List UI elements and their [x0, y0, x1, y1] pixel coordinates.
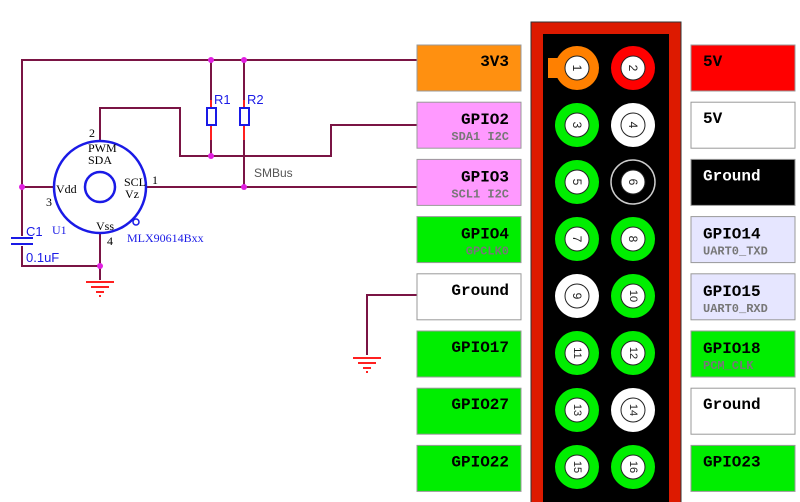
- header-pin-1[interactable]: 1: [555, 46, 599, 90]
- header-pin-5[interactable]: 5: [555, 160, 599, 204]
- c1-value-label: 0.1uF: [26, 250, 59, 265]
- pin-function: SCL1 I2C: [451, 187, 509, 201]
- pin-label-left-3[interactable]: GPIO4GPCLK0: [416, 216, 522, 264]
- pin-number: 14: [627, 404, 639, 416]
- pin-vss-label: Vss: [96, 219, 114, 233]
- header-pin-2[interactable]: 2: [611, 46, 655, 90]
- pin-function: GPCLK0: [466, 245, 509, 259]
- header-pin-12[interactable]: 12: [611, 331, 655, 375]
- pin-number: 2: [626, 65, 640, 72]
- ground-symbol-icon: [86, 281, 114, 297]
- r1-label: R1: [214, 92, 231, 107]
- schematic-diagram: R1 R2 SMBus PWM SDA Vdd SCL Vz Vss 2 1 3…: [11, 21, 796, 502]
- c1-ref-label: C1: [26, 224, 43, 239]
- pin3-number: 3: [46, 195, 52, 209]
- pin1-number: 1: [152, 173, 158, 187]
- pin-sda-label: SDA: [88, 153, 112, 167]
- pin-label-right-4[interactable]: GPIO15UART0_RXD: [690, 273, 796, 321]
- header-pin-14[interactable]: 14: [611, 388, 655, 432]
- pin-function: UART0_TXD: [703, 245, 768, 259]
- pin-number: 1: [570, 65, 584, 72]
- u1-ref-label: U1: [52, 223, 67, 237]
- resistor-r1: [206, 107, 217, 126]
- pin-label-left-0[interactable]: 3V3: [416, 44, 522, 92]
- header-pin-8[interactable]: 8: [611, 217, 655, 261]
- pin-number: 12: [627, 347, 639, 359]
- pin-number: 15: [571, 461, 583, 473]
- pin-number: 13: [571, 404, 583, 416]
- pin-function: PCM_CLK: [703, 359, 754, 373]
- pin-label-right-6[interactable]: Ground: [690, 387, 796, 435]
- pin-label-right-1[interactable]: 5V: [690, 101, 796, 149]
- pin-function: SDA1 I2C: [451, 130, 509, 144]
- header-pin-6[interactable]: 6: [610, 159, 656, 205]
- pin-label-left-1[interactable]: GPIO2SDA1 I2C: [416, 101, 522, 149]
- pin-number: 3: [570, 122, 584, 129]
- pin-name: GPIO4: [461, 226, 509, 244]
- pin-number: 10: [627, 290, 639, 302]
- header-pin-16[interactable]: 16: [611, 445, 655, 489]
- pin-name: GPIO3: [461, 168, 509, 186]
- pin-label-left-4[interactable]: Ground: [416, 273, 522, 321]
- pin-number: 4: [626, 122, 640, 129]
- pin-label-left-7[interactable]: GPIO22: [416, 444, 522, 492]
- pin-label-right-7[interactable]: GPIO23: [690, 444, 796, 492]
- pin-number: 9: [570, 293, 584, 300]
- pin-number: 7: [570, 236, 584, 243]
- pin-name: GPIO27: [451, 396, 509, 414]
- pin-name: GPIO15: [703, 283, 761, 301]
- gpio-header-body: [543, 34, 669, 502]
- ground-pin-wire: [366, 294, 417, 355]
- pin-number: 8: [626, 236, 640, 243]
- pin-label-right-2[interactable]: Ground: [690, 158, 796, 206]
- header-pin-4[interactable]: 4: [611, 103, 655, 147]
- header-pin-13[interactable]: 13: [555, 388, 599, 432]
- pin2-number: 2: [89, 126, 95, 140]
- r2-label: R2: [247, 92, 264, 107]
- header-pin-9[interactable]: 9: [555, 274, 599, 318]
- pin4-number: 4: [107, 234, 113, 248]
- pin-number: 5: [570, 179, 584, 186]
- pin-name: 3V3: [480, 53, 509, 71]
- pin-label-right-3[interactable]: GPIO14UART0_TXD: [690, 216, 796, 264]
- pin-name: 5V: [703, 53, 723, 71]
- pin-vz-label: Vz: [125, 187, 139, 201]
- pin-vdd-label: Vdd: [56, 182, 77, 196]
- pin-label-left-5[interactable]: GPIO17: [416, 330, 522, 378]
- pin-label-left-6[interactable]: GPIO27: [416, 387, 522, 435]
- sda-wire: [99, 107, 417, 157]
- pin-name: GPIO22: [451, 453, 509, 471]
- pin-name: GPIO17: [451, 339, 509, 357]
- pin-label-right-0[interactable]: 5V: [690, 44, 796, 92]
- header-pin-10[interactable]: 10: [611, 274, 655, 318]
- pin-label-left-2[interactable]: GPIO3SCL1 I2C: [416, 158, 522, 206]
- pin-name: 5V: [703, 110, 723, 128]
- pin-name: Ground: [703, 167, 761, 185]
- header-pin-3[interactable]: 3: [555, 103, 599, 147]
- pin-number: 6: [626, 179, 640, 186]
- pin-name: GPIO18: [703, 340, 761, 358]
- pin-function: UART0_RXD: [703, 302, 768, 316]
- pin-number: 11: [571, 347, 583, 358]
- pin-name: Ground: [451, 282, 509, 300]
- pin-name: GPIO23: [703, 453, 761, 471]
- u1-part-label: MLX90614Bxx: [127, 231, 204, 245]
- orientation-mark-icon: [132, 218, 140, 226]
- smbus-label: SMBus: [254, 166, 293, 180]
- pin-name: GPIO2: [461, 111, 509, 129]
- pin-name: Ground: [703, 396, 761, 414]
- resistor-r2: [239, 107, 250, 126]
- header-pin-11[interactable]: 11: [555, 331, 599, 375]
- ground-symbol-icon: [353, 357, 381, 373]
- pin-label-right-5[interactable]: GPIO18PCM_CLK: [690, 330, 796, 378]
- header-pin-7[interactable]: 7: [555, 217, 599, 261]
- pin-number: 16: [627, 461, 639, 473]
- header-pin-15[interactable]: 15: [555, 445, 599, 489]
- pin-name: GPIO14: [703, 226, 761, 244]
